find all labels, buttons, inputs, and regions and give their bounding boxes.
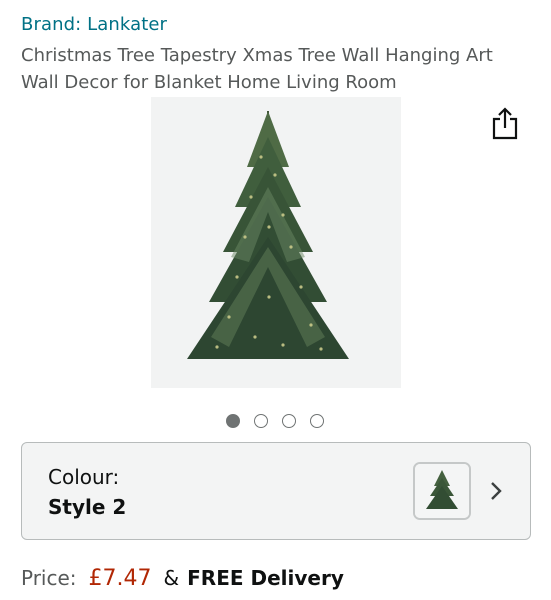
product-title: Christmas Tree Tapestry Xmas Tree Wall H… — [21, 45, 493, 93]
chevron-right-icon[interactable] — [486, 477, 506, 505]
carousel-dot-1[interactable] — [226, 414, 240, 428]
colour-value: Style 2 — [48, 495, 127, 519]
image-carousel-dots — [226, 414, 324, 430]
share-button[interactable] — [491, 106, 519, 140]
product-image[interactable] — [151, 97, 401, 388]
price-ampersand: & — [163, 566, 180, 590]
price-value: £7.47 — [88, 566, 152, 591]
colour-swatch-thumbnail[interactable] — [413, 462, 471, 520]
share-icon — [492, 107, 518, 140]
colour-label: Colour: — [48, 465, 120, 489]
tree-tapestry-image — [151, 97, 401, 388]
tree-thumbnail-icon — [415, 464, 469, 518]
carousel-dot-4[interactable] — [310, 414, 324, 428]
colour-selector[interactable]: Colour: Style 2 — [21, 442, 531, 540]
price-label: Price: — [21, 566, 77, 590]
brand-link[interactable]: Brand: Lankater — [21, 14, 167, 35]
carousel-dot-3[interactable] — [282, 414, 296, 428]
free-delivery-text: FREE Delivery — [187, 566, 344, 590]
carousel-dot-2[interactable] — [254, 414, 268, 428]
price-row: Price: £7.47 & FREE Delivery — [21, 566, 344, 591]
